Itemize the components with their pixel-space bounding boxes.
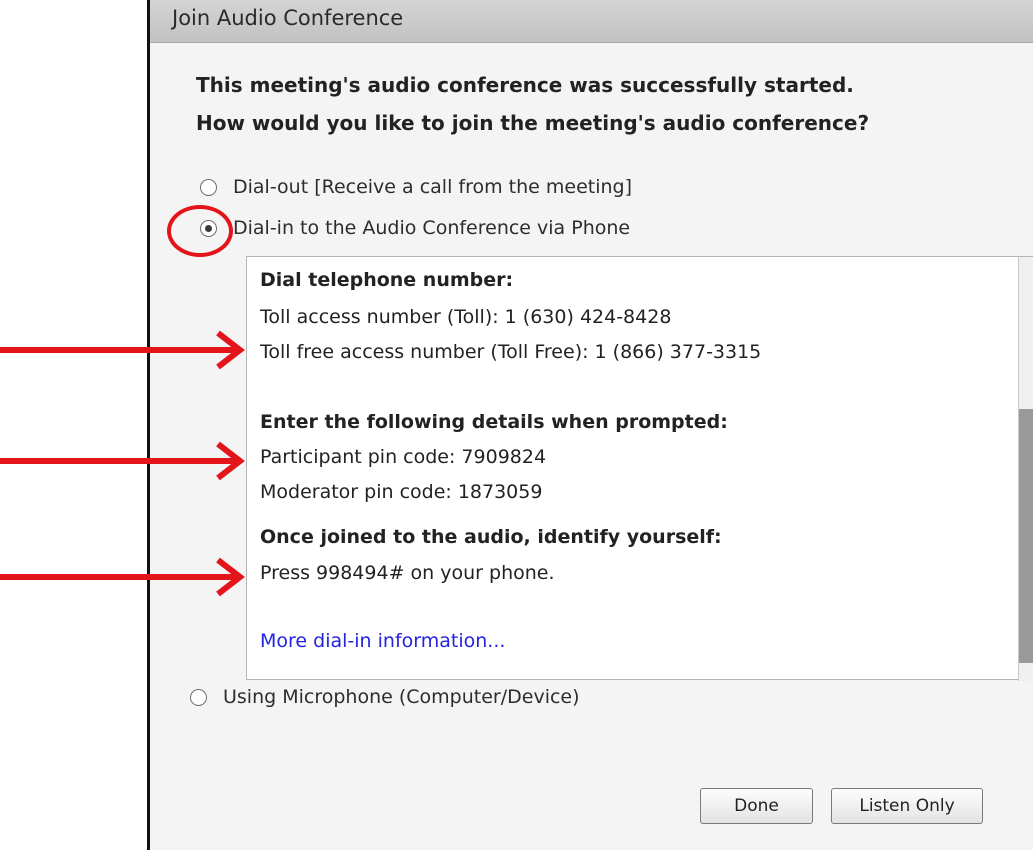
annotation-arrow-icon xyxy=(0,557,245,597)
dial-out-label: Dial-out [Receive a call from the meetin… xyxy=(233,176,633,198)
more-dial-in-info-link[interactable]: More dial-in information... xyxy=(260,630,505,652)
toll-number: Toll access number (Toll): 1 (630) 424-8… xyxy=(260,306,672,328)
dial-out-radio[interactable] xyxy=(200,178,217,196)
listen-only-button[interactable]: Listen Only xyxy=(831,788,983,824)
annotation-circle xyxy=(167,205,233,257)
microphone-label: Using Microphone (Computer/Device) xyxy=(223,686,580,708)
participant-pin: Participant pin code: 7909824 xyxy=(260,446,547,468)
prompt-line-1: This meeting's audio conference was succ… xyxy=(196,73,854,97)
dialog-title: Join Audio Conference xyxy=(172,6,404,30)
scrollbar-thumb[interactable] xyxy=(1019,409,1033,663)
microphone-radio[interactable] xyxy=(190,688,207,706)
join-audio-dialog: Join Audio Conference This meeting's aud… xyxy=(147,0,1033,850)
dial-out-option[interactable]: Dial-out [Receive a call from the meetin… xyxy=(200,172,632,202)
details-heading: Enter the following details when prompte… xyxy=(260,411,728,433)
dialog-titlebar[interactable]: Join Audio Conference xyxy=(150,0,1033,43)
press-code: Press 998494# on your phone. xyxy=(260,562,555,584)
info-scrollbar[interactable] xyxy=(1018,257,1033,681)
annotation-arrow-icon xyxy=(0,441,245,481)
annotation-arrow-icon xyxy=(0,330,245,370)
toll-free-number: Toll free access number (Toll Free): 1 (… xyxy=(260,341,762,363)
dial-in-option[interactable]: Dial-in to the Audio Conference via Phon… xyxy=(200,213,630,243)
prompt-line-2: How would you like to join the meeting's… xyxy=(196,111,870,135)
microphone-option[interactable]: Using Microphone (Computer/Device) xyxy=(190,682,580,712)
identify-heading: Once joined to the audio, identify yours… xyxy=(260,526,722,548)
moderator-pin: Moderator pin code: 1873059 xyxy=(260,481,543,503)
done-button[interactable]: Done xyxy=(700,788,813,824)
dial-in-label: Dial-in to the Audio Conference via Phon… xyxy=(233,217,631,239)
dial-phone-heading: Dial telephone number: xyxy=(260,269,514,291)
dial-in-info-panel: Dial telephone number: Toll access numbe… xyxy=(246,256,1033,681)
